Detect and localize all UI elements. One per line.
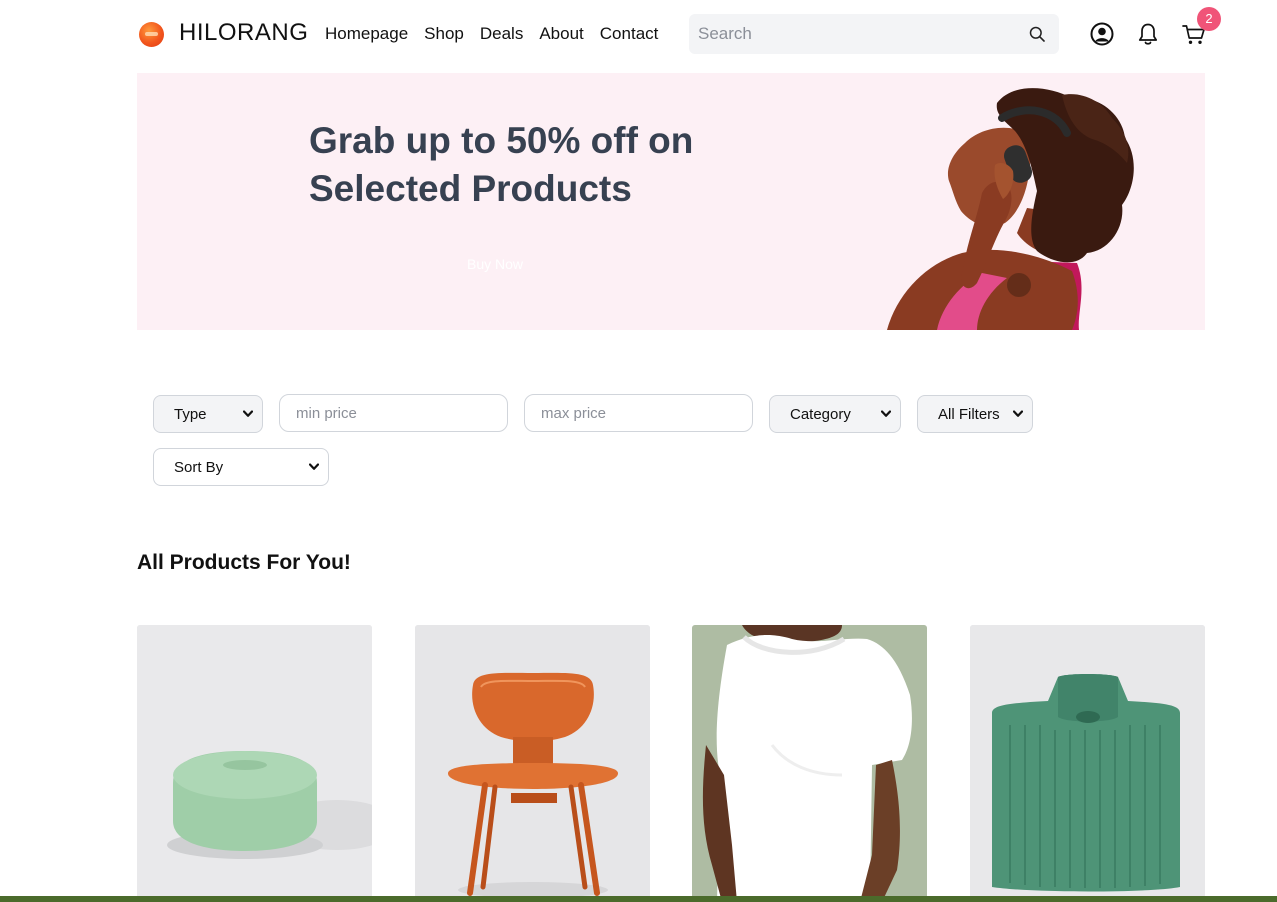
sort-by-select[interactable]: Sort By <box>153 448 329 486</box>
taskbar-strip <box>0 896 1277 902</box>
nav-contact[interactable]: Contact <box>600 24 659 44</box>
min-price-field <box>279 394 508 432</box>
nav-deals[interactable]: Deals <box>480 24 523 44</box>
chevron-down-icon <box>243 410 253 417</box>
search-icon[interactable] <box>1029 26 1045 42</box>
all-filters-select-value: All Filters <box>938 405 1000 423</box>
nav-homepage[interactable]: Homepage <box>325 24 408 44</box>
max-price-input[interactable] <box>525 395 752 431</box>
chevron-down-icon <box>309 463 319 470</box>
user-account-icon[interactable] <box>1089 21 1115 47</box>
product-card-green-ottoman[interactable] <box>137 625 372 902</box>
sort-by-select-value: Sort By <box>174 458 224 476</box>
search-bar <box>689 14 1059 54</box>
cart-count-badge: 2 <box>1197 7 1221 31</box>
hero-woman-headphones-image <box>887 88 1134 330</box>
chair-product-image <box>415 625 650 902</box>
max-price-field <box>524 394 753 432</box>
hero-title: Grab up to 50% off on Selected Products <box>309 120 694 209</box>
type-select[interactable]: Type <box>153 395 263 433</box>
chevron-down-icon <box>881 410 891 417</box>
buy-now-button[interactable]: Buy Now <box>467 256 523 272</box>
type-select-value: Type <box>174 405 207 423</box>
product-card-green-sweater[interactable] <box>970 625 1205 902</box>
min-price-input[interactable] <box>280 395 507 431</box>
main-nav: Homepage Shop Deals About Contact <box>325 24 658 44</box>
logo-icon[interactable] <box>139 22 164 47</box>
brand-name[interactable]: HILORANG <box>179 19 308 47</box>
notification-bell-icon[interactable] <box>1135 21 1161 47</box>
category-select-value: Category <box>790 405 851 423</box>
product-card-wooden-chair[interactable] <box>415 625 650 902</box>
hero-banner: Grab up to 50% off on Selected Products … <box>137 73 1205 330</box>
search-input[interactable] <box>689 14 1019 54</box>
product-card-white-tshirt[interactable] <box>692 625 927 902</box>
sweater-product-image <box>970 625 1205 902</box>
top-navbar: HILORANG Homepage Shop Deals About Conta… <box>0 0 1277 68</box>
nav-about[interactable]: About <box>539 24 583 44</box>
category-select[interactable]: Category <box>769 395 901 433</box>
all-filters-select[interactable]: All Filters <box>917 395 1033 433</box>
chevron-down-icon <box>1013 410 1023 417</box>
section-title: All Products For You! <box>137 551 351 574</box>
nav-shop[interactable]: Shop <box>424 24 464 44</box>
ottoman-product-image <box>137 625 372 902</box>
tshirt-product-image <box>692 625 927 902</box>
